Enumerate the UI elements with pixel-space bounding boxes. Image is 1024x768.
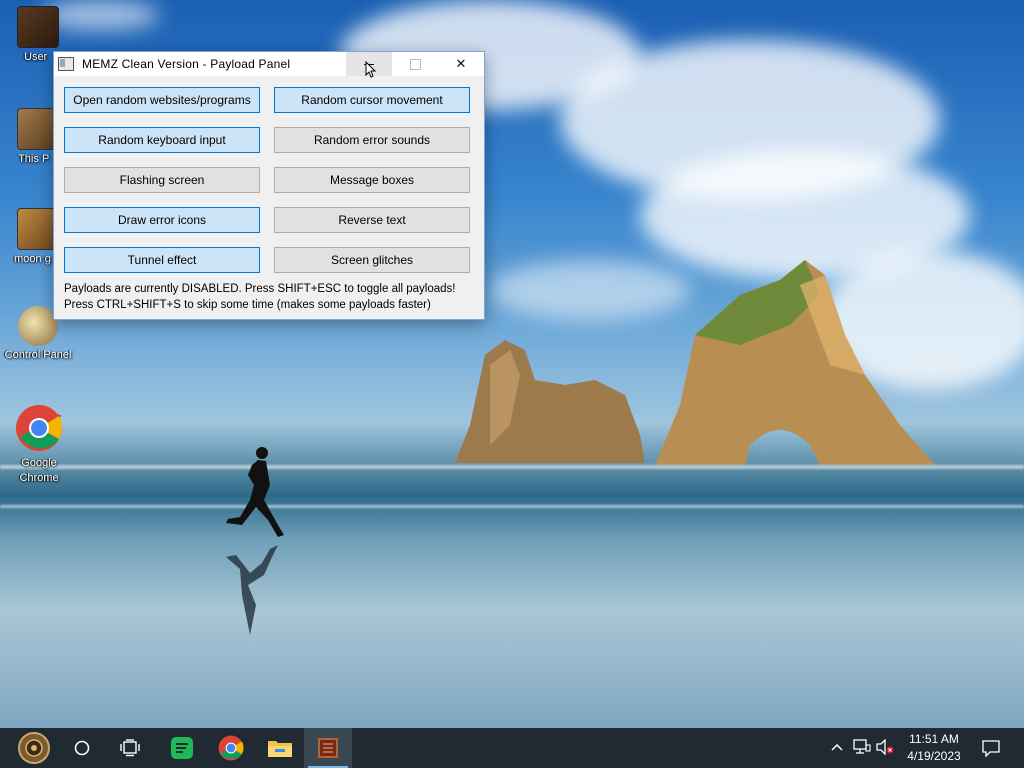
chrome-icon: [16, 405, 63, 451]
clock-date: 4/19/2023: [907, 749, 961, 763]
payload-random-error-sounds-button[interactable]: Random error sounds: [274, 127, 470, 153]
button-label: Screen glitches: [330, 253, 414, 267]
task-view-icon: [120, 739, 140, 757]
file-explorer-button[interactable]: [256, 728, 304, 768]
search-button[interactable]: [58, 728, 106, 768]
button-label: Random error sounds: [313, 133, 431, 147]
search-circle-icon: [74, 740, 90, 756]
minimize-button[interactable]: [346, 52, 392, 78]
sea-stack-left: [455, 340, 645, 463]
chrome-icon: [218, 735, 244, 761]
button-label: Tunnel effect: [127, 253, 197, 267]
payload-random-cursor-button[interactable]: Random cursor movement: [274, 87, 470, 113]
button-label: Random cursor movement: [301, 93, 443, 107]
skip-time-hint-text: Press CTRL+SHIFT+S to skip some time (ma…: [64, 299, 431, 311]
control-panel-icon: [18, 306, 58, 346]
payload-draw-error-icons-button[interactable]: Draw error icons: [64, 207, 260, 233]
start-button[interactable]: [10, 728, 58, 768]
payload-message-boxes-button[interactable]: Message boxes: [274, 167, 470, 193]
maximize-button[interactable]: [392, 52, 438, 76]
maximize-icon: [409, 58, 421, 70]
start-icon: [18, 732, 50, 764]
payload-reverse-text-button[interactable]: Reverse text: [274, 207, 470, 233]
button-label: Reverse text: [338, 213, 406, 227]
button-label: Draw error icons: [117, 213, 207, 227]
desktop-icon-google-chrome[interactable]: Google Chrome: [1, 404, 77, 486]
payload-random-keyboard-button[interactable]: Random keyboard input: [64, 127, 260, 153]
volume-muted-icon[interactable]: [876, 738, 894, 758]
memz-app-icon: [318, 738, 338, 758]
payload-tunnel-effect-button[interactable]: Tunnel effect: [64, 247, 260, 273]
taskbar: 11:51 AM 4/19/2023: [0, 728, 1024, 768]
button-label: Flashing screen: [119, 173, 205, 187]
payload-status-text: Payloads are currently DISABLED. Press S…: [64, 283, 456, 295]
mouse-cursor-icon: [365, 61, 377, 78]
payload-panel-window: MEMZ Clean Version - Payload Panel ✕ Ope…: [53, 51, 485, 320]
runner-silhouette: [226, 447, 284, 635]
action-center-button[interactable]: [982, 739, 1000, 760]
payload-screen-glitches-button[interactable]: Screen glitches: [274, 247, 470, 273]
notes-app-icon: [171, 737, 193, 759]
title-bar[interactable]: MEMZ Clean Version - Payload Panel ✕: [54, 52, 484, 78]
notes-app-button[interactable]: [158, 728, 206, 768]
window-title: MEMZ Clean Version - Payload Panel: [82, 57, 291, 71]
user-folder-icon: [17, 6, 59, 48]
window-app-icon: [58, 57, 74, 71]
desktop-icon-label: Control Panel: [4, 349, 72, 361]
button-label: Random keyboard input: [98, 133, 226, 147]
chrome-taskbar-button[interactable]: [207, 728, 255, 768]
notification-icon: [982, 740, 1000, 758]
file-explorer-icon: [268, 741, 292, 757]
taskbar-clock[interactable]: 11:51 AM 4/19/2023: [898, 731, 970, 765]
button-label: Open random websites/programs: [73, 93, 251, 107]
payload-open-random-websites-button[interactable]: Open random websites/programs: [64, 87, 260, 113]
sea-stack-right: [655, 260, 935, 465]
task-view-button[interactable]: [106, 728, 154, 768]
desktop-icon-label: Google Chrome: [19, 457, 59, 484]
payload-flashing-screen-button[interactable]: Flashing screen: [64, 167, 260, 193]
memz-app-button[interactable]: [304, 728, 352, 768]
clock-time: 11:51 AM: [909, 732, 959, 746]
button-label: Message boxes: [329, 173, 415, 187]
network-icon[interactable]: [853, 739, 871, 758]
close-icon: ✕: [455, 56, 467, 71]
close-button[interactable]: ✕: [438, 52, 484, 76]
tray-overflow-chevron-icon[interactable]: [831, 740, 843, 755]
